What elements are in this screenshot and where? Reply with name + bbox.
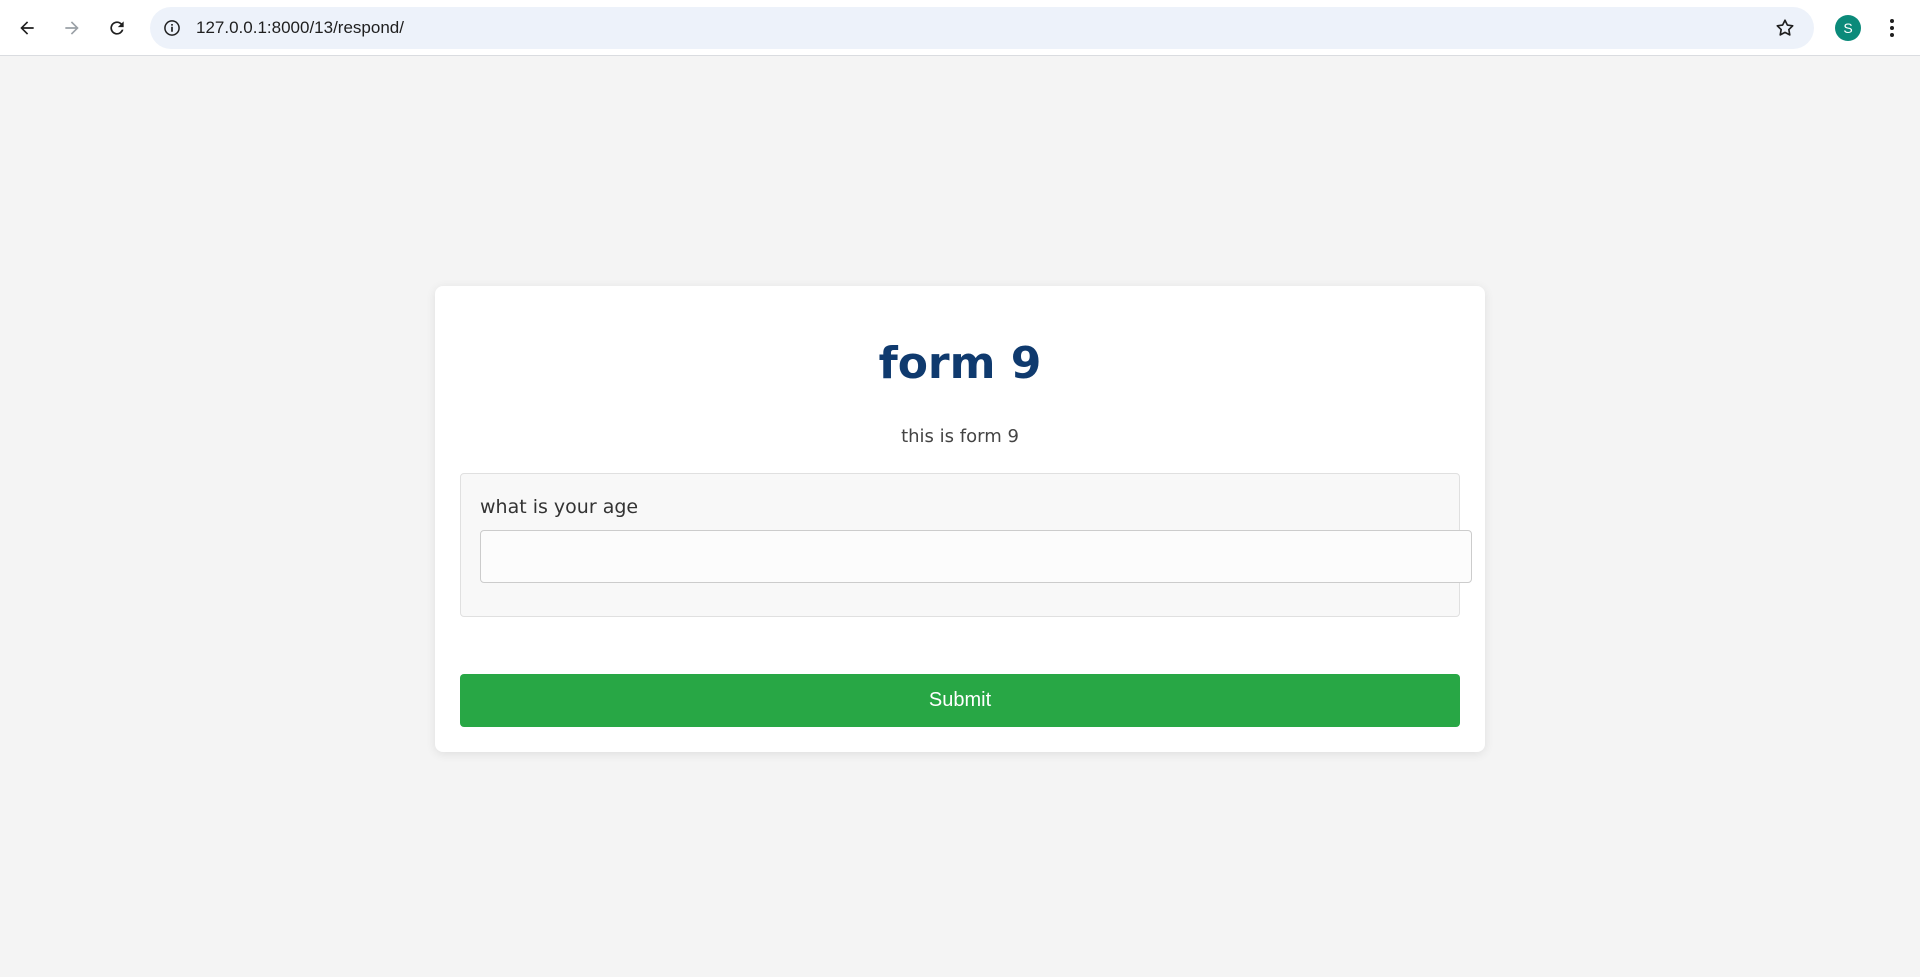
question-block: what is your age <box>460 473 1472 617</box>
reload-button[interactable] <box>99 10 135 46</box>
form-card: form 9 this is form 9 what is your age S… <box>435 286 1485 752</box>
star-icon[interactable] <box>1774 17 1796 39</box>
profile-avatar[interactable]: S <box>1835 15 1861 41</box>
form-description: this is form 9 <box>901 426 1019 447</box>
submit-button[interactable]: Submit <box>460 674 1460 727</box>
reload-icon <box>110 21 124 35</box>
arrow-right-icon <box>65 21 79 35</box>
forward-button[interactable] <box>54 10 90 46</box>
address-bar[interactable]: 127.0.0.1:8000/13/respond/ <box>150 7 1814 49</box>
browser-toolbar: 127.0.0.1:8000/13/respond/ S <box>0 0 1920 56</box>
back-button[interactable] <box>9 10 45 46</box>
info-icon[interactable] <box>162 18 182 38</box>
arrow-left-icon <box>20 21 34 35</box>
age-answer-input[interactable] <box>480 530 1472 583</box>
kebab-menu-icon[interactable] <box>1880 14 1904 42</box>
url-text[interactable]: 127.0.0.1:8000/13/respond/ <box>196 7 404 49</box>
form-title: form 9 <box>878 338 1042 389</box>
question-label: what is your age <box>480 496 639 518</box>
